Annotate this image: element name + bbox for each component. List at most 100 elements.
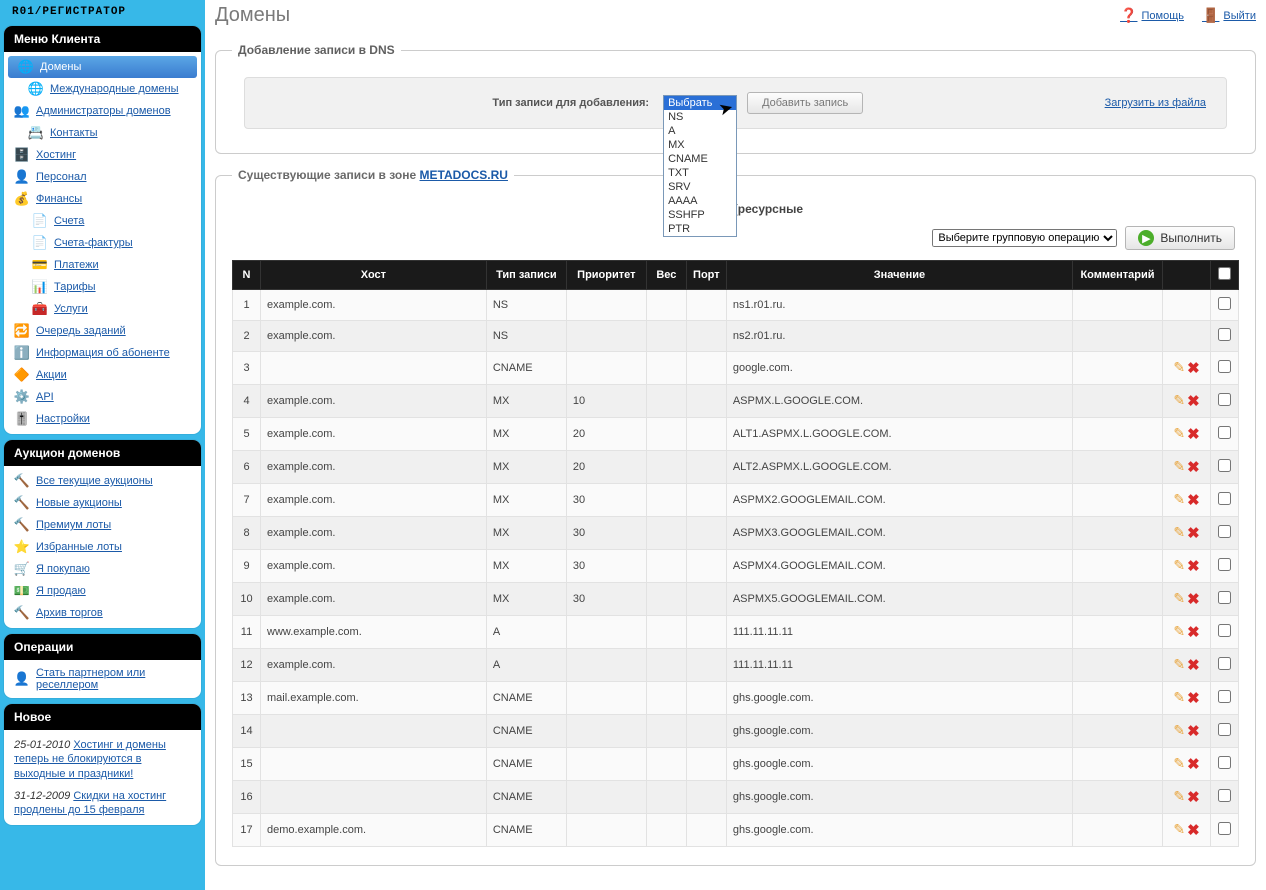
- delete-icon[interactable]: ✖: [1187, 722, 1200, 740]
- delete-icon[interactable]: ✖: [1187, 458, 1200, 476]
- sidebar-item[interactable]: 👤Персонал: [4, 166, 201, 188]
- sidebar-item[interactable]: 🔶Акции: [4, 364, 201, 386]
- upload-from-file-link[interactable]: Загрузить из файла: [1105, 97, 1206, 109]
- cell-port: [686, 550, 726, 583]
- dropdown-option[interactable]: PTR: [664, 222, 736, 236]
- dropdown-option[interactable]: SSHFP: [664, 208, 736, 222]
- row-checkbox[interactable]: [1218, 459, 1231, 472]
- sidebar-item[interactable]: 🔁Очередь заданий: [4, 320, 201, 342]
- delete-icon[interactable]: ✖: [1187, 590, 1200, 608]
- sidebar-item[interactable]: ⚙️API: [4, 386, 201, 408]
- sidebar-item[interactable]: 📄Счета-фактуры: [4, 232, 201, 254]
- edit-icon[interactable]: ✎: [1173, 788, 1185, 806]
- sidebar-item[interactable]: 🛒Я покупаю: [4, 558, 201, 580]
- row-checkbox[interactable]: [1218, 789, 1231, 802]
- row-checkbox[interactable]: [1218, 360, 1231, 373]
- add-record-button[interactable]: Добавить запись: [747, 92, 863, 114]
- delete-icon[interactable]: ✖: [1187, 755, 1200, 773]
- delete-icon[interactable]: ✖: [1187, 524, 1200, 542]
- sidebar-item[interactable]: 📄Счета: [4, 210, 201, 232]
- edit-icon[interactable]: ✎: [1173, 557, 1185, 575]
- sidebar-item[interactable]: 🔨Премиум лоты: [4, 514, 201, 536]
- dropdown-option[interactable]: A: [664, 124, 736, 138]
- dropdown-option[interactable]: Выбрать: [664, 96, 736, 110]
- sidebar-item[interactable]: 🔨Все текущие аукционы: [4, 470, 201, 492]
- delete-icon[interactable]: ✖: [1187, 656, 1200, 674]
- row-checkbox[interactable]: [1218, 657, 1231, 670]
- logout-link[interactable]: 🚪 Выйти: [1202, 7, 1256, 24]
- sidebar-item[interactable]: 💰Финансы: [4, 188, 201, 210]
- dropdown-option[interactable]: AAAA: [664, 194, 736, 208]
- row-checkbox[interactable]: [1218, 426, 1231, 439]
- sidebar-item[interactable]: 💵Я продаю: [4, 580, 201, 602]
- row-checkbox[interactable]: [1218, 492, 1231, 505]
- row-checkbox[interactable]: [1218, 591, 1231, 604]
- sidebar-item[interactable]: 🔨Архив торгов: [4, 602, 201, 624]
- delete-icon[interactable]: ✖: [1187, 425, 1200, 443]
- select-all-checkbox[interactable]: [1218, 267, 1231, 280]
- group-operation-select[interactable]: Выберите групповую операцию: [932, 229, 1117, 247]
- delete-icon[interactable]: ✖: [1187, 491, 1200, 509]
- edit-icon[interactable]: ✎: [1173, 590, 1185, 608]
- edit-icon[interactable]: ✎: [1173, 821, 1185, 839]
- row-checkbox[interactable]: [1218, 723, 1231, 736]
- delete-icon[interactable]: ✖: [1187, 821, 1200, 839]
- sidebar-item[interactable]: 🌐Домены: [8, 56, 197, 78]
- row-checkbox[interactable]: [1218, 756, 1231, 769]
- edit-icon[interactable]: ✎: [1173, 491, 1185, 509]
- row-checkbox[interactable]: [1218, 690, 1231, 703]
- execute-button[interactable]: ▶ Выполнить: [1125, 226, 1235, 250]
- dropdown-option[interactable]: MX: [664, 138, 736, 152]
- help-link[interactable]: ❓ Помощь: [1120, 7, 1184, 24]
- cell-prio: [566, 352, 646, 385]
- delete-icon[interactable]: ✖: [1187, 557, 1200, 575]
- delete-icon[interactable]: ✖: [1187, 689, 1200, 707]
- row-checkbox[interactable]: [1218, 393, 1231, 406]
- sidebar-item[interactable]: 💳Платежи: [4, 254, 201, 276]
- row-checkbox[interactable]: [1218, 624, 1231, 637]
- row-checkbox[interactable]: [1218, 525, 1231, 538]
- sidebar-item[interactable]: ⭐Избранные лоты: [4, 536, 201, 558]
- edit-icon[interactable]: ✎: [1173, 656, 1185, 674]
- row-checkbox[interactable]: [1218, 558, 1231, 571]
- sidebar-item[interactable]: 👤Стать партнером или реселлером: [4, 664, 201, 694]
- dropdown-option[interactable]: NS: [664, 110, 736, 124]
- edit-icon[interactable]: ✎: [1173, 359, 1185, 377]
- col-select-all[interactable]: [1211, 261, 1239, 290]
- sidebar-item[interactable]: 👥Администраторы доменов: [4, 100, 201, 122]
- sidebar-item[interactable]: 📊Тарифы: [4, 276, 201, 298]
- edit-icon[interactable]: ✎: [1173, 755, 1185, 773]
- edit-icon[interactable]: ✎: [1173, 458, 1185, 476]
- cell-prio: 20: [566, 451, 646, 484]
- sidebar-item[interactable]: 🎚️Настройки: [4, 408, 201, 430]
- delete-icon[interactable]: ✖: [1187, 392, 1200, 410]
- delete-icon[interactable]: ✖: [1187, 623, 1200, 641]
- edit-icon[interactable]: ✎: [1173, 623, 1185, 641]
- edit-icon[interactable]: ✎: [1173, 524, 1185, 542]
- edit-icon[interactable]: ✎: [1173, 722, 1185, 740]
- sidebar-item[interactable]: ℹ️Информация об абоненте: [4, 342, 201, 364]
- cell-port: [686, 781, 726, 814]
- execute-label: Выполнить: [1160, 231, 1222, 245]
- row-checkbox[interactable]: [1218, 822, 1231, 835]
- row-checkbox[interactable]: [1218, 328, 1231, 341]
- record-type-dropdown[interactable]: ВыбратьNSAMXCNAMETXTSRVAAAASSHFPPTR: [663, 95, 737, 237]
- sidebar-item[interactable]: 🔨Новые аукционы: [4, 492, 201, 514]
- sidebar-item[interactable]: 🗄️Хостинг: [4, 144, 201, 166]
- edit-icon[interactable]: ✎: [1173, 425, 1185, 443]
- cell-type: CNAME: [486, 682, 566, 715]
- dropdown-option[interactable]: CNAME: [664, 152, 736, 166]
- delete-icon[interactable]: ✖: [1187, 359, 1200, 377]
- edit-icon[interactable]: ✎: [1173, 392, 1185, 410]
- sidebar-item[interactable]: 📇Контакты: [4, 122, 201, 144]
- zone-domain-link[interactable]: METADOCS.RU: [420, 168, 508, 182]
- delete-icon[interactable]: ✖: [1187, 788, 1200, 806]
- menu-icon: 💰: [14, 191, 30, 207]
- cell-n: 3: [233, 352, 261, 385]
- edit-icon[interactable]: ✎: [1173, 689, 1185, 707]
- dropdown-option[interactable]: TXT: [664, 166, 736, 180]
- sidebar-item[interactable]: 🧰Услуги: [4, 298, 201, 320]
- dropdown-option[interactable]: SRV: [664, 180, 736, 194]
- sidebar-item[interactable]: 🌐Международные домены: [4, 78, 201, 100]
- row-checkbox[interactable]: [1218, 297, 1231, 310]
